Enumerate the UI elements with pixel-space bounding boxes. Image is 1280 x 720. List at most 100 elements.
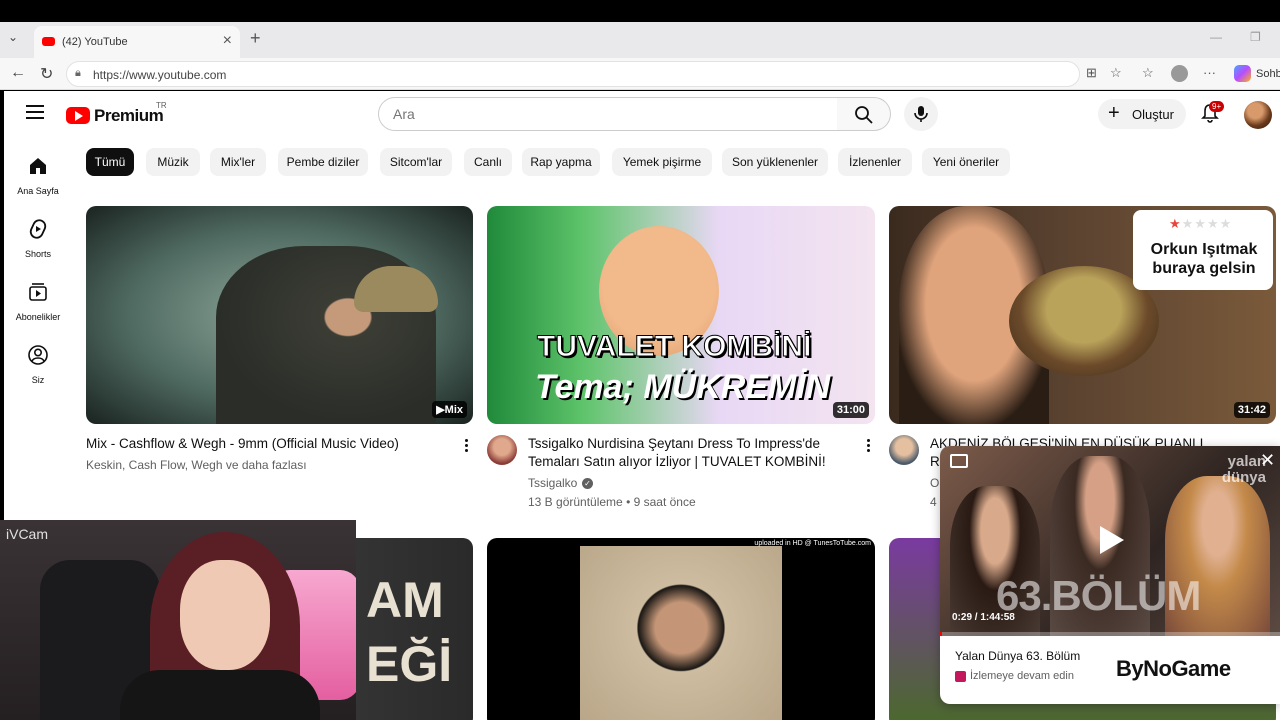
review-text: Orkun Işıtmak buraya gelsin: [1150, 241, 1258, 277]
url-field[interactable]: 🔒︎ https://www.youtube.com: [66, 61, 1080, 87]
sidebar-label-home: Ana Sayfa: [17, 186, 59, 196]
continue-watching-icon: [955, 671, 966, 682]
show-logo: yalan dünya: [1221, 453, 1266, 486]
copilot-icon[interactable]: [1234, 65, 1251, 82]
video-menu-icon[interactable]: [460, 439, 472, 454]
channel-avatar[interactable]: [487, 435, 517, 465]
video-title-line2-partial[interactable]: R: [930, 453, 940, 471]
chip-sitcoms[interactable]: Sitcom'lar: [380, 148, 452, 176]
video-title-line2[interactable]: Temaları Satın alıyor İzliyor | TUVALET …: [528, 453, 826, 471]
youtube-play-logo-icon: [66, 107, 90, 124]
browser-profile-avatar[interactable]: [1171, 65, 1188, 82]
minimize-icon[interactable]: —: [1210, 30, 1222, 44]
tab-close-icon[interactable]: ×: [223, 32, 232, 50]
video-duration: 31:00: [832, 402, 869, 418]
favorites-bar-icon[interactable]: ☆: [1142, 65, 1154, 81]
more-menu-icon[interactable]: ···: [1203, 65, 1216, 80]
microphone-icon: [914, 106, 928, 122]
you-icon: [28, 345, 48, 365]
tab-list-chevron-icon[interactable]: ⌄: [8, 30, 18, 44]
copilot-label: Sohb: [1256, 68, 1280, 80]
site-info-icon[interactable]: 🔒︎: [75, 67, 81, 80]
notification-count-badge: 9+: [1209, 101, 1225, 112]
search-icon: [855, 106, 873, 124]
video-title-line1[interactable]: Tssigalko Nurdisina Şeytanı Dress To Imp…: [528, 435, 820, 453]
video-thumbnail[interactable]: TUVALET KOMBİNİ Tema; MÜKREMİN 31:00: [487, 206, 875, 424]
verified-icon: ✓: [582, 478, 593, 489]
chip-recently-uploaded[interactable]: Son yüklenenler: [722, 148, 828, 176]
browser-address-bar: ← ↻ 🔒︎ https://www.youtube.com ⊞ ☆ ☆ ···…: [0, 58, 1280, 90]
mix-badge-label: Mix: [444, 404, 463, 416]
tab-title: (42) YouTube: [62, 36, 128, 48]
search-button[interactable]: [837, 97, 891, 131]
chip-watched[interactable]: İzlenenler: [838, 148, 912, 176]
review-star-rating-icon: ★★★★★: [1169, 216, 1233, 231]
screen-top-border: [0, 0, 1280, 22]
back-arrow-icon[interactable]: ←: [10, 64, 26, 82]
sidebar-item-home[interactable]: Ana Sayfa: [8, 155, 68, 196]
thumbnail-text-main: TUVALET KOMBİNİ: [536, 330, 812, 364]
new-tab-plus-icon[interactable]: +: [250, 28, 261, 49]
create-label: Oluştur: [1132, 107, 1174, 122]
miniplayer-title[interactable]: Yalan Dünya 63. Bölüm: [955, 649, 1080, 663]
webcam-label: iVCam: [6, 526, 49, 542]
subscriptions-icon: [29, 283, 47, 301]
app-available-icon[interactable]: ⊞: [1086, 65, 1097, 81]
sidebar-label-shorts: Shorts: [24, 249, 51, 259]
sidebar-item-you[interactable]: Siz: [8, 344, 68, 385]
user-avatar[interactable]: [1244, 101, 1272, 129]
chip-rap[interactable]: Rap yapma: [522, 148, 600, 176]
video-thumbnail[interactable]: uploaded in HD @ TunesToTube.com: [487, 538, 875, 720]
close-icon[interactable]: ✕: [1260, 450, 1275, 471]
browser-tab-strip: ⌄ (42) YouTube × + — ❐: [0, 22, 1280, 58]
miniplayer-subtitle: İzlemeye devam edin: [970, 670, 1074, 682]
channel-name[interactable]: Tssigalko: [528, 474, 577, 492]
chip-soap-operas[interactable]: Pembe diziler: [278, 148, 368, 176]
shorts-icon: [29, 219, 47, 239]
chip-mixes[interactable]: Mix'ler: [210, 148, 266, 176]
sidebar-item-subscriptions[interactable]: Abonelikler: [8, 281, 68, 322]
chip-live[interactable]: Canlı: [464, 148, 512, 176]
play-icon[interactable]: [1100, 526, 1124, 554]
refresh-icon[interactable]: ↻: [40, 64, 53, 84]
menu-hamburger-icon[interactable]: [26, 105, 44, 123]
search-box: [378, 97, 838, 131]
chip-cooking[interactable]: Yemek pişirme: [612, 148, 712, 176]
video-title[interactable]: Mix - Cashflow & Wegh - 9mm (Official Mu…: [86, 435, 446, 453]
pip-icon[interactable]: [950, 454, 968, 468]
home-icon: [30, 158, 46, 174]
webcam-overlay: iVCam: [0, 520, 356, 720]
video-stats-partial: 4: [930, 495, 937, 509]
browser-tab-youtube[interactable]: (42) YouTube ×: [34, 26, 240, 58]
video-thumbnail[interactable]: ▶Mix: [86, 206, 473, 424]
chip-music[interactable]: Müzik: [146, 148, 200, 176]
miniplayer-video[interactable]: yalan dünya ✕ 63.BÖLÜM 0:29 / 1:44:58: [940, 446, 1280, 636]
sidebar-label-subscriptions: Abonelikler: [15, 312, 61, 322]
playback-time: 0:29 / 1:44:58: [952, 612, 1015, 623]
video-menu-icon[interactable]: [862, 439, 874, 454]
episode-overlay-text: 63.BÖLÜM: [996, 572, 1201, 619]
plus-icon: +: [1108, 102, 1120, 124]
webcam-person-body: [120, 670, 320, 720]
url-text: https://www.youtube.com: [93, 68, 227, 82]
logo-wordmark: Premium: [94, 106, 164, 125]
create-button[interactable]: + Oluştur: [1098, 99, 1186, 129]
favorite-star-icon[interactable]: ☆: [1110, 65, 1122, 81]
sidebar-item-shorts[interactable]: Shorts: [8, 218, 68, 259]
country-code: TR: [156, 101, 167, 110]
video-stats: 13 B görüntüleme • 9 saat önce: [528, 495, 696, 509]
voice-search-button[interactable]: [904, 97, 938, 131]
chip-new-to-you[interactable]: Yeni öneriler: [922, 148, 1010, 176]
chip-all[interactable]: Tümü: [86, 148, 134, 176]
mix-badge: ▶Mix: [432, 401, 467, 418]
progress-bar-fill: [940, 632, 942, 636]
youtube-favicon-icon: [42, 37, 55, 46]
channel-avatar[interactable]: [889, 435, 919, 465]
video-channels[interactable]: Keskin, Cash Flow, Wegh ve daha fazlası: [86, 456, 307, 474]
thumbnail-caption: uploaded in HD @ TunesToTube.com: [754, 540, 871, 547]
search-input[interactable]: [393, 106, 813, 122]
progress-bar-track[interactable]: [940, 632, 1280, 636]
restore-icon[interactable]: ❐: [1250, 30, 1261, 44]
video-thumbnail[interactable]: ★★★★★ Orkun Işıtmak buraya gelsin 31:42: [889, 206, 1276, 424]
sidebar-label-you: Siz: [31, 375, 45, 385]
